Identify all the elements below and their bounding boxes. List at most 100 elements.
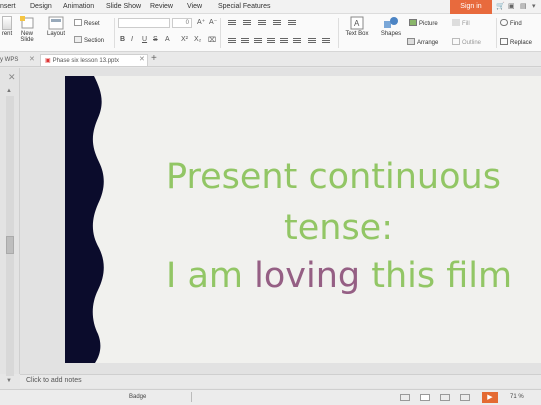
new-tab-icon[interactable]: +	[151, 53, 157, 64]
ribbon-divider	[220, 18, 221, 48]
line-spacing-icon[interactable]	[288, 20, 296, 27]
slide-sorter-icon[interactable]	[440, 394, 450, 401]
numbering-icon[interactable]	[243, 20, 251, 27]
slide[interactable]: Present continuous tense: I am loving th…	[65, 76, 541, 363]
close-icon[interactable]: ✕	[139, 55, 145, 63]
bullets-icon[interactable]	[228, 20, 236, 27]
tab-active-document[interactable]: ▣ Phase six lesson 13.pptx	[40, 54, 148, 66]
scrollbar-thumb[interactable]	[6, 236, 14, 254]
svg-text:A: A	[354, 19, 360, 28]
wave-border-shape	[65, 76, 104, 363]
italic-button[interactable]: I	[131, 36, 133, 43]
reset-button[interactable]: Reset	[74, 19, 100, 27]
outline-label: Outline	[462, 40, 482, 46]
slide-title-line-1: Present continuous	[166, 157, 501, 197]
menu-slide-show[interactable]: Slide Show	[106, 3, 141, 10]
menu-animation[interactable]: Animation	[63, 3, 94, 10]
distribute-icon[interactable]	[280, 38, 288, 45]
text-direction-icon[interactable]	[308, 38, 316, 45]
font-name-dropdown[interactable]	[118, 18, 170, 28]
reading-view-icon[interactable]	[460, 394, 470, 401]
strikethrough-button[interactable]: S	[153, 36, 158, 43]
align-center-icon[interactable]	[241, 38, 249, 45]
text-i-am: I am	[166, 256, 255, 296]
reset-icon	[74, 19, 82, 26]
fill-label: Fill	[462, 21, 470, 27]
more-icon[interactable]: ▾	[532, 2, 536, 10]
slide-title-line-3: I am loving this film	[166, 256, 512, 296]
shapes-button[interactable]: Shapes	[377, 16, 405, 37]
section-icon	[74, 36, 82, 43]
notes-view-icon[interactable]	[400, 394, 410, 401]
new-slide-button[interactable]: New Slide	[16, 16, 38, 43]
menu-bar: nsert Design Animation Slide Show Review…	[0, 0, 541, 14]
slide-show-button[interactable]: ▶	[482, 392, 498, 403]
tab-my-wps[interactable]: y WPS	[0, 54, 18, 66]
text-box-icon: A	[350, 16, 364, 30]
shapes-icon	[384, 17, 398, 28]
shrink-font-icon[interactable]: A⁻	[209, 18, 217, 26]
find-icon	[500, 19, 508, 26]
layout-button[interactable]: Layout	[43, 16, 69, 37]
increase-indent-icon[interactable]	[273, 20, 281, 27]
status-divider	[191, 392, 192, 402]
arrange-button[interactable]: Arrange	[407, 38, 438, 46]
skin-icon[interactable]: ▣	[508, 2, 515, 10]
bold-button[interactable]: B	[120, 36, 125, 43]
columns-icon[interactable]	[293, 38, 301, 45]
grow-font-icon[interactable]: A⁺	[197, 18, 205, 26]
ribbon-divider	[496, 18, 497, 48]
sign-in-button[interactable]: Sign in	[450, 0, 492, 14]
subscript-button[interactable]: X₂	[194, 36, 201, 43]
notes-placeholder: Click to add notes	[26, 377, 82, 384]
menu-insert[interactable]: nsert	[0, 3, 16, 10]
section-label: Section	[84, 38, 105, 44]
normal-view-icon[interactable]	[420, 394, 430, 401]
fill-icon	[452, 19, 460, 26]
menu-view[interactable]: View	[187, 3, 202, 10]
reset-label: Reset	[84, 21, 100, 27]
ribbon-divider	[338, 18, 339, 48]
fill-button[interactable]: Fill	[452, 19, 470, 27]
new-slide-label: New Slide	[20, 31, 34, 43]
cart-icon[interactable]: 🛒	[496, 2, 505, 10]
scroll-down-icon[interactable]: ▼	[6, 378, 12, 384]
font-size-dropdown[interactable]: 0	[172, 18, 192, 28]
underline-button[interactable]: U	[142, 36, 147, 43]
decrease-indent-icon[interactable]	[258, 20, 266, 27]
align-left-icon[interactable]	[228, 38, 236, 45]
tab-active-label: Phase six lesson 13.pptx	[52, 58, 120, 64]
top-icons: 🛒 ▣ ▤ ▾	[496, 2, 541, 12]
outline-button[interactable]: Outline	[452, 38, 481, 46]
help-icon[interactable]: ▤	[520, 2, 527, 10]
new-slide-icon	[20, 16, 34, 29]
scroll-up-icon[interactable]: ▲	[6, 88, 12, 94]
font-color-button[interactable]: A	[165, 36, 170, 43]
align-text-icon[interactable]	[322, 38, 330, 45]
close-icon[interactable]: ✕	[8, 72, 16, 83]
text-loving: loving	[254, 256, 361, 296]
find-button[interactable]: Find	[500, 19, 522, 27]
document-tabs: y WPS ✕ ▣ Phase six lesson 13.pptx ✕	[0, 52, 541, 67]
zoom-level[interactable]: 71 %	[510, 394, 524, 400]
menu-review[interactable]: Review	[150, 3, 173, 10]
ribbon-divider	[114, 18, 115, 48]
current-button[interactable]: rent	[0, 16, 14, 37]
find-label: Find	[510, 21, 522, 27]
picture-button[interactable]: Picture	[409, 19, 438, 27]
superscript-button[interactable]: X²	[181, 36, 188, 43]
section-button[interactable]: Section	[74, 36, 104, 44]
shapes-label: Shapes	[380, 31, 402, 37]
notes-pane[interactable]: Click to add notes	[20, 374, 541, 388]
text-box-button[interactable]: A Text Box	[342, 16, 372, 37]
menu-special-features[interactable]: Special Features	[218, 3, 271, 10]
align-right-icon[interactable]	[254, 38, 262, 45]
justify-icon[interactable]	[267, 38, 275, 45]
replace-button[interactable]: Replace	[500, 38, 532, 46]
layout-icon	[48, 16, 64, 30]
close-icon[interactable]: ✕	[29, 55, 35, 63]
arrange-label: Arrange	[417, 40, 439, 46]
slide-title-line-2: tense:	[284, 208, 393, 248]
menu-design[interactable]: Design	[30, 3, 52, 10]
clear-format-icon[interactable]: ⌧	[208, 36, 216, 44]
